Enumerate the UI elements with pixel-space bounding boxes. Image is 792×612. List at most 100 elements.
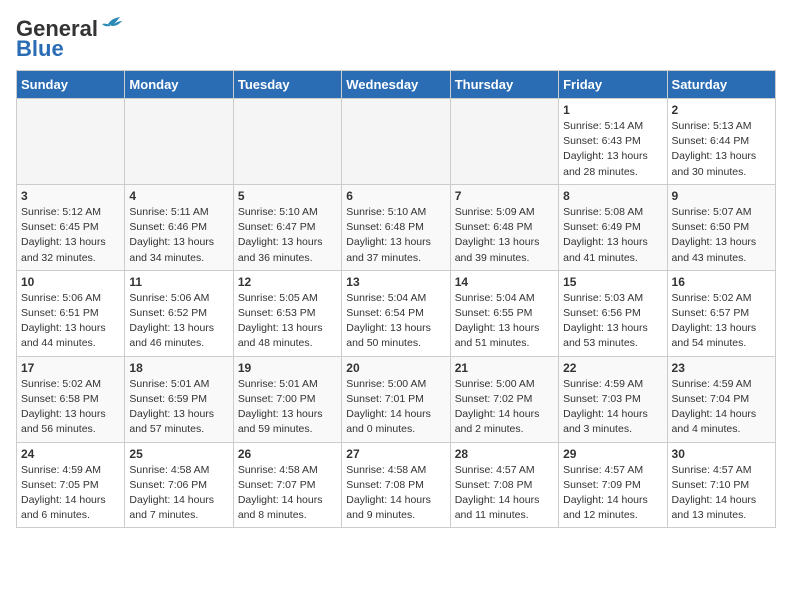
day-number: 18 (129, 361, 228, 375)
day-number: 13 (346, 275, 445, 289)
page-header: General Blue (16, 16, 776, 62)
day-number: 8 (563, 189, 662, 203)
day-info: Sunrise: 4:58 AM Sunset: 7:07 PM Dayligh… (238, 463, 337, 524)
day-info: Sunrise: 5:01 AM Sunset: 6:59 PM Dayligh… (129, 377, 228, 438)
calendar-day: 6 Sunrise: 5:10 AM Sunset: 6:48 PM Daylig… (342, 184, 450, 270)
calendar-day: 15 Sunrise: 5:03 AM Sunset: 6:56 PM Dayli… (559, 270, 667, 356)
calendar-day (17, 99, 125, 185)
calendar-day (342, 99, 450, 185)
day-number: 19 (238, 361, 337, 375)
day-number: 6 (346, 189, 445, 203)
calendar-day: 22 Sunrise: 4:59 AM Sunset: 7:03 PM Dayli… (559, 356, 667, 442)
day-info: Sunrise: 5:12 AM Sunset: 6:45 PM Dayligh… (21, 205, 120, 266)
day-info: Sunrise: 5:06 AM Sunset: 6:52 PM Dayligh… (129, 291, 228, 352)
day-info: Sunrise: 4:59 AM Sunset: 7:05 PM Dayligh… (21, 463, 120, 524)
day-number: 28 (455, 447, 554, 461)
day-info: Sunrise: 4:57 AM Sunset: 7:08 PM Dayligh… (455, 463, 554, 524)
weekday-header-wednesday: Wednesday (342, 71, 450, 99)
calendar-day: 13Sunrise: 5:04 AM Sunset: 6:54 PM Dayli… (342, 270, 450, 356)
day-number: 3 (21, 189, 120, 203)
day-info: Sunrise: 5:03 AM Sunset: 6:56 PM Dayligh… (563, 291, 662, 352)
calendar-day: 29 Sunrise: 4:57 AM Sunset: 7:09 PM Dayli… (559, 442, 667, 528)
calendar-week-3: 10 Sunrise: 5:06 AM Sunset: 6:51 PM Dayli… (17, 270, 776, 356)
day-info: Sunrise: 5:09 AM Sunset: 6:48 PM Dayligh… (455, 205, 554, 266)
day-number: 11 (129, 275, 228, 289)
day-number: 23 (672, 361, 771, 375)
day-number: 26 (238, 447, 337, 461)
calendar-week-1: 1 Sunrise: 5:14 AM Sunset: 6:43 PM Daylig… (17, 99, 776, 185)
day-info: Sunrise: 5:02 AM Sunset: 6:58 PM Dayligh… (21, 377, 120, 438)
calendar-day (125, 99, 233, 185)
day-info: Sunrise: 5:10 AM Sunset: 6:47 PM Dayligh… (238, 205, 337, 266)
weekday-header-thursday: Thursday (450, 71, 558, 99)
calendar-day (450, 99, 558, 185)
day-number: 20 (346, 361, 445, 375)
day-number: 27 (346, 447, 445, 461)
day-number: 22 (563, 361, 662, 375)
calendar-day: 12 Sunrise: 5:05 AM Sunset: 6:53 PM Dayli… (233, 270, 341, 356)
day-info: Sunrise: 5:13 AM Sunset: 6:44 PM Dayligh… (672, 119, 771, 180)
calendar-day: 4 Sunrise: 5:11 AM Sunset: 6:46 PM Daylig… (125, 184, 233, 270)
day-info: Sunrise: 4:59 AM Sunset: 7:04 PM Dayligh… (672, 377, 771, 438)
day-number: 5 (238, 189, 337, 203)
day-info: Sunrise: 5:06 AM Sunset: 6:51 PM Dayligh… (21, 291, 120, 352)
day-number: 10 (21, 275, 120, 289)
day-info: Sunrise: 4:57 AM Sunset: 7:09 PM Dayligh… (563, 463, 662, 524)
calendar-day: 18 Sunrise: 5:01 AM Sunset: 6:59 PM Dayli… (125, 356, 233, 442)
day-info: Sunrise: 5:08 AM Sunset: 6:49 PM Dayligh… (563, 205, 662, 266)
day-number: 14 (455, 275, 554, 289)
logo-blue: Blue (16, 36, 64, 62)
calendar-day: 9 Sunrise: 5:07 AM Sunset: 6:50 PM Daylig… (667, 184, 775, 270)
day-info: Sunrise: 5:14 AM Sunset: 6:43 PM Dayligh… (563, 119, 662, 180)
day-number: 9 (672, 189, 771, 203)
day-number: 16 (672, 275, 771, 289)
day-number: 12 (238, 275, 337, 289)
weekday-header-saturday: Saturday (667, 71, 775, 99)
day-info: Sunrise: 5:07 AM Sunset: 6:50 PM Dayligh… (672, 205, 771, 266)
calendar-day: 17 Sunrise: 5:02 AM Sunset: 6:58 PM Dayli… (17, 356, 125, 442)
calendar-day: 27 Sunrise: 4:58 AM Sunset: 7:08 PM Dayli… (342, 442, 450, 528)
day-info: Sunrise: 5:11 AM Sunset: 6:46 PM Dayligh… (129, 205, 228, 266)
day-number: 24 (21, 447, 120, 461)
day-info: Sunrise: 5:10 AM Sunset: 6:48 PM Dayligh… (346, 205, 445, 266)
calendar-day: 19 Sunrise: 5:01 AM Sunset: 7:00 PM Dayli… (233, 356, 341, 442)
weekday-header-friday: Friday (559, 71, 667, 99)
day-info: Sunrise: 4:59 AM Sunset: 7:03 PM Dayligh… (563, 377, 662, 438)
calendar-day: 11 Sunrise: 5:06 AM Sunset: 6:52 PM Dayli… (125, 270, 233, 356)
day-number: 17 (21, 361, 120, 375)
calendar-day: 7 Sunrise: 5:09 AM Sunset: 6:48 PM Daylig… (450, 184, 558, 270)
calendar-day: 26 Sunrise: 4:58 AM Sunset: 7:07 PM Dayli… (233, 442, 341, 528)
weekday-header-tuesday: Tuesday (233, 71, 341, 99)
day-number: 4 (129, 189, 228, 203)
day-info: Sunrise: 4:58 AM Sunset: 7:06 PM Dayligh… (129, 463, 228, 524)
calendar-week-2: 3 Sunrise: 5:12 AM Sunset: 6:45 PM Daylig… (17, 184, 776, 270)
calendar-day: 1 Sunrise: 5:14 AM Sunset: 6:43 PM Daylig… (559, 99, 667, 185)
calendar-table: SundayMondayTuesdayWednesdayThursdayFrid… (16, 70, 776, 528)
calendar-day: 25Sunrise: 4:58 AM Sunset: 7:06 PM Dayli… (125, 442, 233, 528)
calendar-day: 20 Sunrise: 5:00 AM Sunset: 7:01 PM Dayli… (342, 356, 450, 442)
calendar-day: 16 Sunrise: 5:02 AM Sunset: 6:57 PM Dayli… (667, 270, 775, 356)
calendar-day: 30 Sunrise: 4:57 AM Sunset: 7:10 PM Dayli… (667, 442, 775, 528)
day-number: 15 (563, 275, 662, 289)
calendar-day: 23 Sunrise: 4:59 AM Sunset: 7:04 PM Dayli… (667, 356, 775, 442)
calendar-week-5: 24 Sunrise: 4:59 AM Sunset: 7:05 PM Dayli… (17, 442, 776, 528)
calendar-day: 10 Sunrise: 5:06 AM Sunset: 6:51 PM Dayli… (17, 270, 125, 356)
day-number: 7 (455, 189, 554, 203)
day-info: Sunrise: 5:00 AM Sunset: 7:01 PM Dayligh… (346, 377, 445, 438)
logo: General Blue (16, 16, 122, 62)
day-number: 2 (672, 103, 771, 117)
day-info: Sunrise: 5:05 AM Sunset: 6:53 PM Dayligh… (238, 291, 337, 352)
day-info: Sunrise: 4:57 AM Sunset: 7:10 PM Dayligh… (672, 463, 771, 524)
calendar-day: 2 Sunrise: 5:13 AM Sunset: 6:44 PM Daylig… (667, 99, 775, 185)
day-number: 1 (563, 103, 662, 117)
calendar-day: 28 Sunrise: 4:57 AM Sunset: 7:08 PM Dayli… (450, 442, 558, 528)
day-info: Sunrise: 5:02 AM Sunset: 6:57 PM Dayligh… (672, 291, 771, 352)
logo-bird-icon (100, 16, 122, 34)
day-number: 30 (672, 447, 771, 461)
day-number: 29 (563, 447, 662, 461)
calendar-day: 24 Sunrise: 4:59 AM Sunset: 7:05 PM Dayli… (17, 442, 125, 528)
calendar-day: 14Sunrise: 5:04 AM Sunset: 6:55 PM Dayli… (450, 270, 558, 356)
day-info: Sunrise: 4:58 AM Sunset: 7:08 PM Dayligh… (346, 463, 445, 524)
day-info: Sunrise: 5:01 AM Sunset: 7:00 PM Dayligh… (238, 377, 337, 438)
calendar-day: 5 Sunrise: 5:10 AM Sunset: 6:47 PM Daylig… (233, 184, 341, 270)
